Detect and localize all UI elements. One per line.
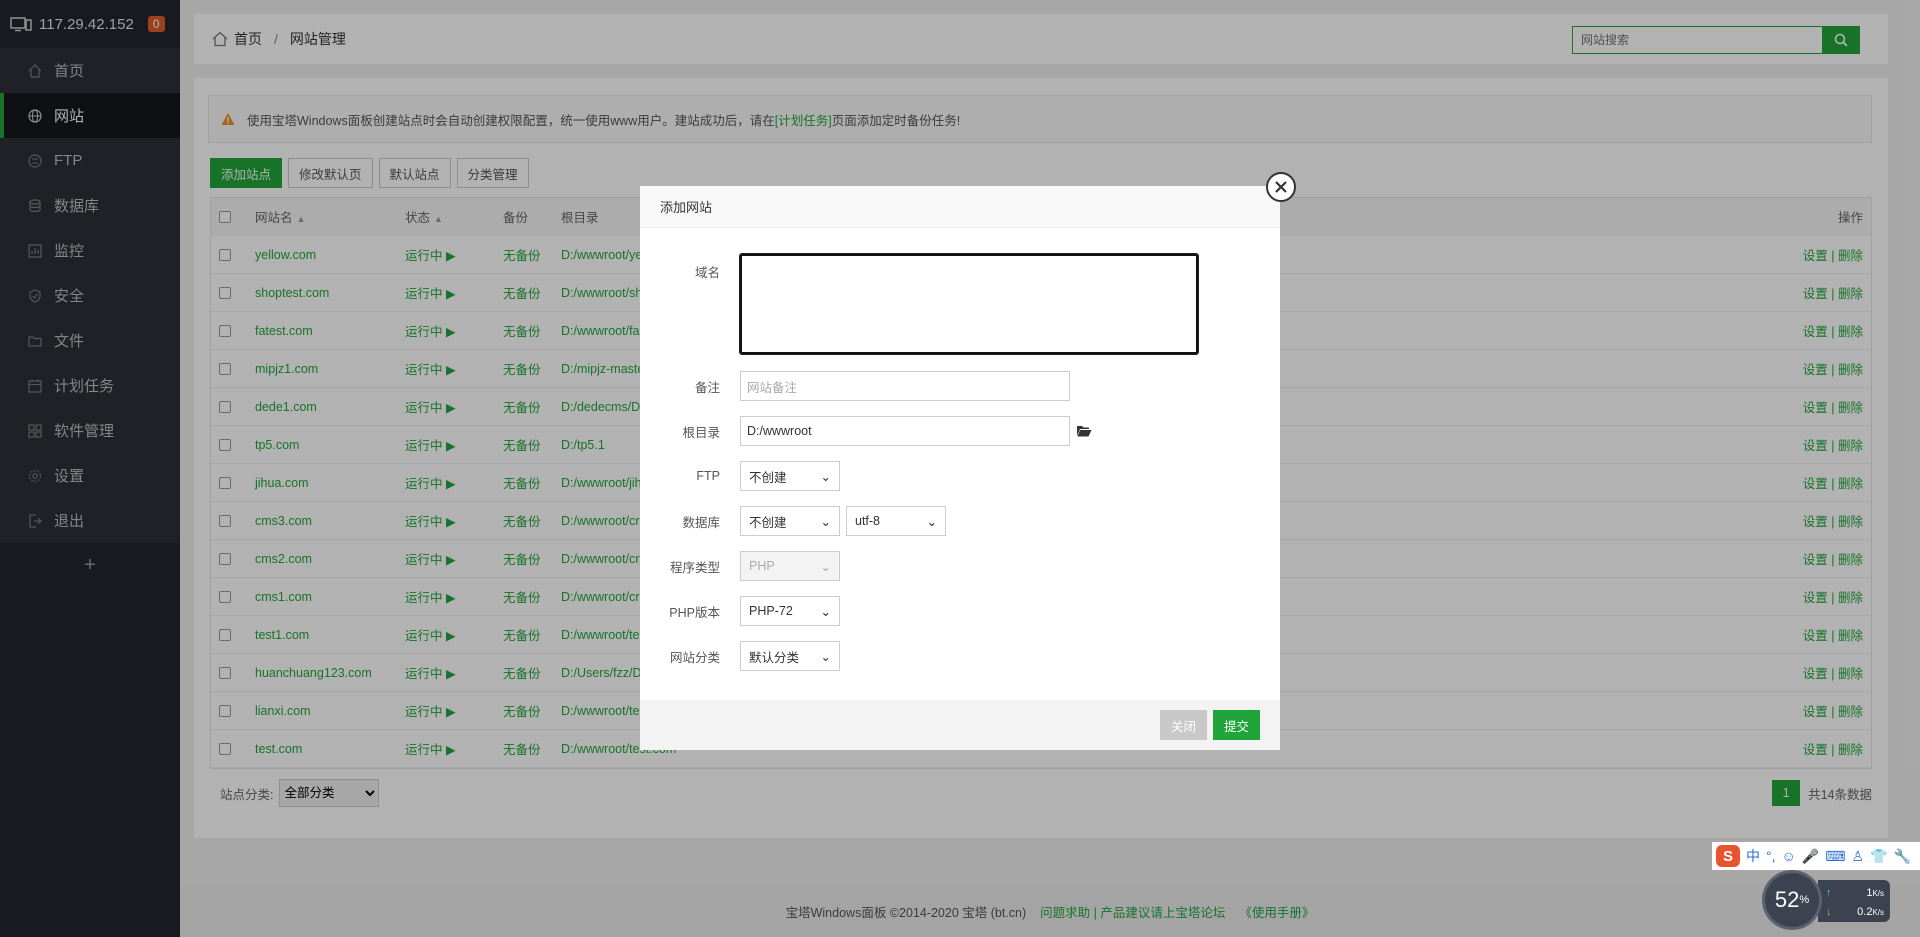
chevron-down-icon: ⌄ xyxy=(820,559,831,574)
chevron-down-icon: ⌄ xyxy=(926,514,937,529)
upload-arrow-icon: ↑ xyxy=(1826,886,1832,899)
chevron-down-icon: ⌄ xyxy=(820,604,831,619)
add-site-dialog: 添加网站 域名 备注 网站备注 根目录 D:/wwwroot FTP 不创建 ⌄ … xyxy=(640,172,1296,750)
remark-input[interactable]: 网站备注 xyxy=(740,371,1070,401)
sogou-logo-icon[interactable]: S xyxy=(1716,845,1740,867)
remark-row: 备注 网站备注 xyxy=(640,371,1070,401)
microphone-icon[interactable]: 🎤 xyxy=(1802,848,1819,865)
punctuation-icon[interactable]: °, xyxy=(1766,848,1776,864)
close-icon[interactable] xyxy=(1266,172,1296,202)
user-icon[interactable]: ♙ xyxy=(1851,848,1864,865)
program-select: PHP ⌄ xyxy=(740,551,840,581)
program-row: 程序类型 PHP ⌄ xyxy=(640,551,840,581)
ftp-label: FTP xyxy=(696,469,720,483)
domain-label: 域名 xyxy=(694,266,720,280)
db-row: 数据库 不创建 ⌄ utf-8 ⌄ xyxy=(640,506,946,536)
chevron-down-icon: ⌄ xyxy=(820,469,831,484)
chevron-down-icon: ⌄ xyxy=(820,514,831,529)
category-label: 网站分类 xyxy=(669,650,720,665)
cpu-dial[interactable]: 52% xyxy=(1762,870,1822,930)
submit-button[interactable]: 提交 xyxy=(1212,710,1260,740)
ftp-select[interactable]: 不创建 ⌄ xyxy=(740,461,840,491)
domain-row: 域名 xyxy=(640,253,1199,355)
charset-select[interactable]: utf-8 ⌄ xyxy=(846,506,946,536)
root-row: 根目录 D:/wwwroot xyxy=(640,416,1092,446)
close-button[interactable]: 关闭 xyxy=(1159,710,1207,740)
emoji-icon[interactable]: ☺ xyxy=(1782,848,1796,864)
php-row: PHP版本 PHP-72 ⌄ xyxy=(640,596,840,626)
remark-label: 备注 xyxy=(694,380,720,395)
php-label: PHP版本 xyxy=(669,605,720,620)
site-category-select[interactable]: 默认分类 ⌄ xyxy=(740,641,840,671)
domain-textarea[interactable] xyxy=(739,253,1199,355)
db-select[interactable]: 不创建 ⌄ xyxy=(740,506,840,536)
dialog-title: 添加网站 xyxy=(640,186,1280,228)
ime-language[interactable]: 中 xyxy=(1746,846,1760,866)
ime-toolbar: S 中 °, ☺ 🎤 ⌨ ♙ 👕 🔧 xyxy=(1712,842,1920,870)
ftp-row: FTP 不创建 ⌄ xyxy=(640,461,840,491)
download-arrow-icon: ↓ xyxy=(1826,905,1832,918)
root-input[interactable]: D:/wwwroot xyxy=(740,416,1070,446)
network-monitor: ↑ 1K/s ↓ 0.2K/s 52% xyxy=(1762,870,1892,930)
keyboard-icon[interactable]: ⌨ xyxy=(1825,848,1845,865)
root-label: 根目录 xyxy=(682,425,720,440)
db-label: 数据库 xyxy=(682,515,720,530)
skin-icon[interactable]: 👕 xyxy=(1870,848,1887,865)
speed-panel: ↑ 1K/s ↓ 0.2K/s xyxy=(1818,880,1890,922)
chevron-down-icon: ⌄ xyxy=(820,649,831,664)
wrench-icon[interactable]: 🔧 xyxy=(1893,848,1910,865)
program-label: 程序类型 xyxy=(669,560,720,575)
category-row: 网站分类 默认分类 ⌄ xyxy=(640,641,840,671)
dialog-footer: 关闭 提交 xyxy=(640,700,1280,750)
php-version-select[interactable]: PHP-72 ⌄ xyxy=(740,596,840,626)
folder-open-icon[interactable] xyxy=(1076,424,1092,438)
